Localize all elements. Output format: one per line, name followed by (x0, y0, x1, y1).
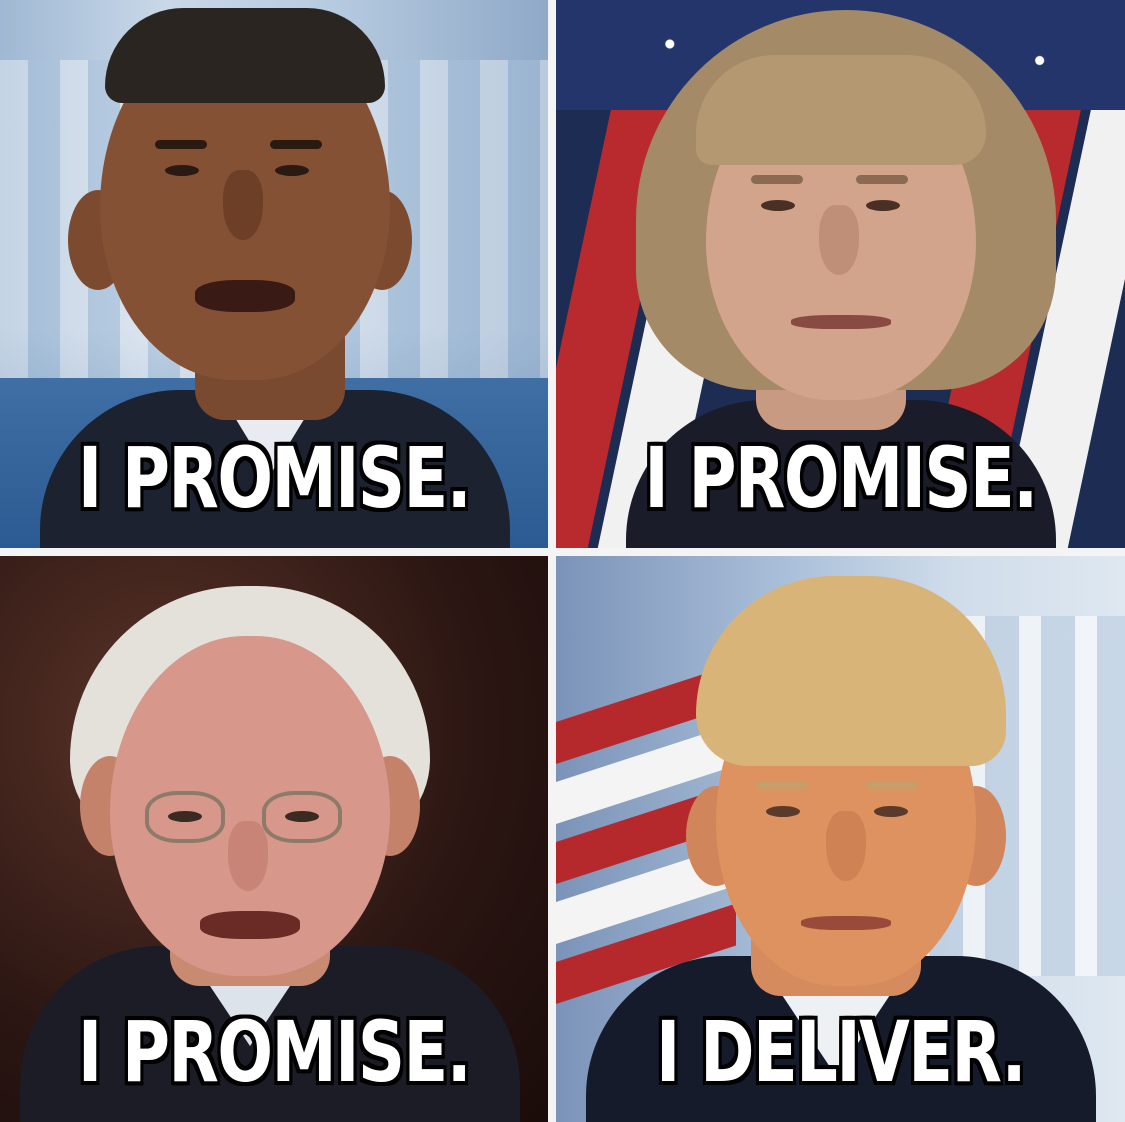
caption: I PROMISE. (77, 1003, 472, 1101)
meme-grid: I PROMISE. I PROMISE. I PROMISE. I DELIV… (0, 0, 1125, 1122)
right-eyebrow (856, 175, 908, 184)
right-eyebrow (270, 140, 322, 149)
right-eyebrow (866, 781, 918, 790)
nose (228, 821, 268, 891)
nose (223, 170, 263, 240)
right-eye (285, 811, 319, 822)
mouth (200, 911, 300, 939)
left-eye (761, 200, 795, 211)
left-eyebrow (155, 140, 207, 149)
panel-bottom-right: I DELIVER. (556, 556, 1125, 1122)
caption: I DELIVER. (656, 1003, 1026, 1101)
mouth (195, 280, 295, 312)
left-eye (766, 806, 800, 817)
hair (105, 8, 385, 103)
right-eye (866, 200, 900, 211)
panel-bottom-left: I PROMISE. (0, 556, 548, 1122)
panel-top-right: I PROMISE. (556, 0, 1125, 548)
nose (819, 205, 859, 275)
panel-top-left: I PROMISE. (0, 0, 548, 548)
bangs (696, 55, 986, 165)
caption: I PROMISE. (644, 429, 1038, 527)
mouth (801, 916, 891, 930)
left-eye (168, 811, 202, 822)
right-eye (874, 806, 908, 817)
left-eye (165, 165, 199, 176)
caption: I PROMISE. (77, 429, 472, 527)
right-eye (275, 165, 309, 176)
nose (826, 811, 866, 881)
left-eyebrow (751, 175, 803, 184)
hair (696, 576, 1006, 766)
mouth (791, 315, 891, 329)
left-eyebrow (756, 781, 808, 790)
